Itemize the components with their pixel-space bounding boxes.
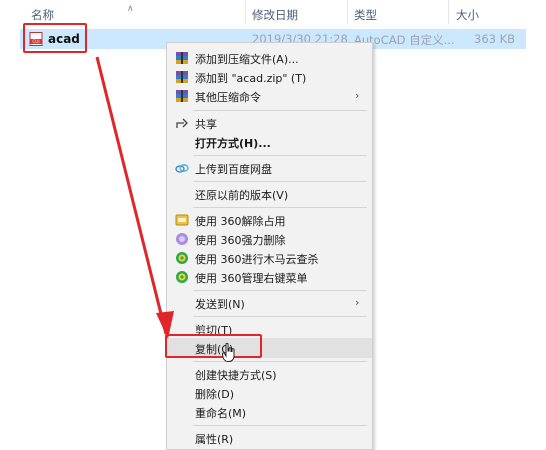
360-unlock-icon xyxy=(175,214,189,226)
menu-item-label: 还原以前的版本(V) xyxy=(195,189,289,202)
column-divider[interactable] xyxy=(245,0,246,24)
menu-separator xyxy=(193,110,367,111)
menu-item-send-to[interactable]: 发送到(N) › xyxy=(167,293,372,313)
menu-separator xyxy=(193,181,367,182)
menu-item-label: 其他压缩命令 xyxy=(195,91,261,104)
menu-item-open-with[interactable]: 打开方式(H)... xyxy=(167,132,372,152)
chevron-right-icon: › xyxy=(355,89,360,102)
winrar-icon xyxy=(176,52,188,64)
menu-item-restore-previous[interactable]: 还原以前的版本(V) xyxy=(167,184,372,204)
menu-item-label: 属性(R) xyxy=(195,433,234,446)
360-shred-icon xyxy=(176,233,188,245)
menu-item-label: 创建快捷方式(S) xyxy=(195,369,277,382)
menu-item-label: 添加到压缩文件(A)... xyxy=(195,53,299,66)
column-header-type[interactable]: 类型 xyxy=(354,7,377,23)
menu-item-label: 使用 360强力删除 xyxy=(195,234,286,247)
winrar-icon xyxy=(176,71,188,83)
menu-separator xyxy=(193,425,367,426)
menu-item-360-scan[interactable]: 使用 360进行木马云查杀 xyxy=(167,248,372,268)
menu-separator xyxy=(193,155,367,156)
copy-item-highlight xyxy=(165,334,262,358)
menu-separator xyxy=(193,207,367,208)
360-scan-icon xyxy=(176,252,188,264)
sort-up-icon: ∧ xyxy=(127,4,134,14)
menu-item-label: 打开方式(H)... xyxy=(195,137,271,150)
menu-item-baidu-upload[interactable]: 上传到百度网盘 xyxy=(167,158,372,178)
menu-item-360-unlock[interactable]: 使用 360解除占用 xyxy=(167,210,372,230)
baidu-cloud-icon xyxy=(175,164,189,173)
menu-separator xyxy=(193,361,367,362)
menu-item-rename[interactable]: 重命名(M) xyxy=(167,402,372,422)
column-header-modified[interactable]: 修改日期 xyxy=(252,7,298,23)
menu-item-label: 重命名(M) xyxy=(195,407,247,420)
arrow-line xyxy=(95,56,168,335)
hand-cursor-icon xyxy=(222,343,235,362)
menu-item-label: 使用 360进行木马云查杀 xyxy=(195,253,319,266)
menu-item-label: 上传到百度网盘 xyxy=(195,163,272,176)
file-size: 363 KB xyxy=(474,32,516,46)
360-manage-icon xyxy=(176,271,188,283)
winrar-icon xyxy=(176,90,188,102)
menu-item-create-shortcut[interactable]: 创建快捷方式(S) xyxy=(167,364,372,384)
file-name-highlight xyxy=(23,23,87,53)
menu-separator xyxy=(193,316,367,317)
column-divider[interactable] xyxy=(347,0,348,24)
menu-item-delete[interactable]: 删除(D) xyxy=(167,383,372,403)
menu-item-label: 使用 360管理右键菜单 xyxy=(195,272,308,285)
menu-item-label: 发送到(N) xyxy=(195,298,245,311)
menu-item-label: 删除(D) xyxy=(195,388,235,401)
column-header: 名称 ∧ 修改日期 类型 大小 xyxy=(0,0,546,24)
chevron-right-icon: › xyxy=(355,296,360,309)
menu-item-label: 使用 360解除占用 xyxy=(195,215,286,228)
menu-item-properties[interactable]: 属性(R) xyxy=(167,428,372,448)
context-menu: 添加到压缩文件(A)... 添加到 "acad.zip" (T) 其他压缩命令 … xyxy=(166,42,373,450)
menu-item-360-shred[interactable]: 使用 360强力删除 xyxy=(167,229,372,249)
share-icon xyxy=(176,118,188,128)
menu-item-add-to-archive[interactable]: 添加到压缩文件(A)... xyxy=(167,48,372,68)
column-header-size[interactable]: 大小 xyxy=(456,7,479,23)
menu-item-label: 共享 xyxy=(195,118,217,131)
menu-item-label: 添加到 "acad.zip" (T) xyxy=(195,72,307,85)
menu-item-360-manage[interactable]: 使用 360管理右键菜单 xyxy=(167,267,372,287)
column-divider[interactable] xyxy=(448,0,449,24)
menu-item-other-compress[interactable]: 其他压缩命令 › xyxy=(167,86,372,106)
menu-item-share[interactable]: 共享 xyxy=(167,113,372,133)
menu-separator xyxy=(193,290,367,291)
column-header-name[interactable]: 名称 xyxy=(31,7,54,23)
menu-item-add-to-zip[interactable]: 添加到 "acad.zip" (T) xyxy=(167,67,372,87)
